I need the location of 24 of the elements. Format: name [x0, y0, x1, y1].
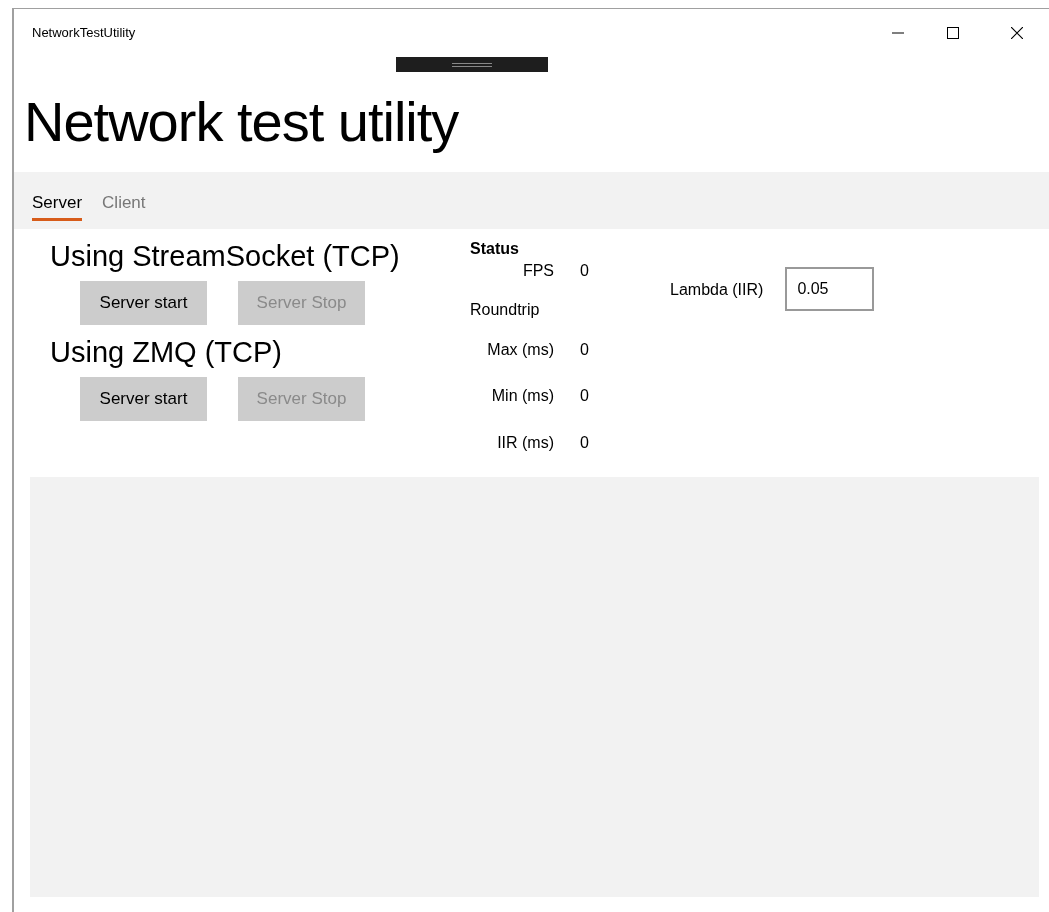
tab[interactable]: Client: [102, 189, 146, 221]
status-heading: Status: [470, 239, 520, 259]
lambda-label: Lambda (IIR): [670, 280, 764, 300]
tab[interactable]: Server: [32, 189, 83, 221]
metric-label: IIR (ms): [496, 432, 555, 453]
metric-value: 0: [580, 386, 589, 407]
grip-icon: [451, 62, 492, 67]
server-button[interactable]: Server start: [80, 281, 207, 325]
metric-value: 0: [580, 339, 589, 360]
minimize-icon: [892, 32, 904, 34]
section-heading: Using ZMQ (TCP): [50, 335, 283, 369]
metric-label: Min (ms): [490, 386, 555, 407]
close-icon: [1011, 27, 1023, 39]
server-button[interactable]: Server start: [80, 377, 207, 421]
metric-value: 0: [580, 261, 589, 281]
lambda-field[interactable]: 0.05: [785, 267, 875, 311]
maximize-icon: [947, 27, 959, 39]
debug-toolbar[interactable]: [395, 57, 548, 72]
metric-label: FPS: [521, 261, 555, 281]
window-title: NetworkTestUtility: [32, 24, 136, 43]
metric-value: 0: [580, 432, 589, 453]
section-heading: Using StreamSocket (TCP): [50, 239, 401, 273]
metric-label: Max (ms): [486, 339, 555, 360]
group-label: Roundtrip: [470, 300, 541, 321]
